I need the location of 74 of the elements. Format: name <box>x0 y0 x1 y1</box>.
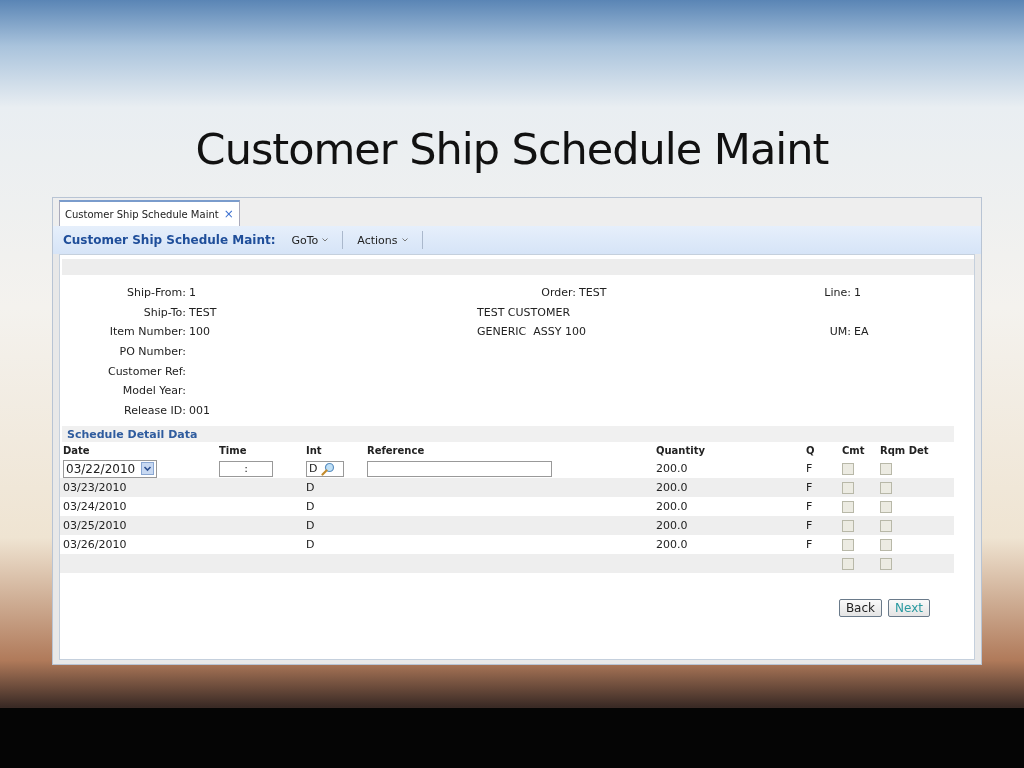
table-cell: F <box>806 462 813 476</box>
checkbox[interactable] <box>842 519 854 532</box>
section-title: Schedule Detail Data <box>67 427 198 441</box>
table-cell-text: 03/24/2010 <box>63 500 128 514</box>
table-cell: F <box>806 538 813 552</box>
checkbox[interactable] <box>842 481 854 494</box>
table-cell: 200.0 <box>656 481 688 495</box>
caret-icon <box>322 238 329 242</box>
table-cell-text: 03/25/2010 <box>63 519 128 533</box>
field-label: Order: <box>540 286 576 300</box>
field-value: 1 <box>189 286 196 300</box>
table-cell-text: D <box>306 481 316 495</box>
field-label: Release ID: <box>123 403 186 417</box>
table-cell-text: D <box>306 519 316 533</box>
field-value: GENERIC ASSY 100 <box>477 325 586 339</box>
column-header: Date <box>63 445 91 457</box>
table-cell-text: 03/26/2010 <box>63 538 128 552</box>
field-value: TEST CUSTOMER <box>477 305 571 319</box>
checkbox[interactable] <box>842 557 854 570</box>
field-label: Ship-From: <box>126 286 186 300</box>
dropdown-icon[interactable] <box>141 462 155 476</box>
time-field[interactable]: : <box>219 460 273 477</box>
field-label: Item Number: <box>108 325 186 339</box>
field-value: 100 <box>189 325 210 339</box>
int-field[interactable]: D <box>306 460 344 477</box>
checkbox[interactable] <box>842 462 854 475</box>
column-header: Int <box>306 445 323 457</box>
checkbox[interactable] <box>880 462 892 475</box>
checkbox[interactable] <box>880 538 892 551</box>
checkbox[interactable] <box>880 519 892 532</box>
page-title: Customer Ship Schedule Maint: <box>63 233 276 247</box>
caret-icon <box>401 238 408 242</box>
field-value: TEST <box>189 305 217 319</box>
menu-button[interactable]: GoTo <box>283 233 337 247</box>
field-label: Customer Ref: <box>106 364 186 378</box>
checkbox[interactable] <box>880 481 892 494</box>
search-icon[interactable] <box>321 461 336 476</box>
field-label: PO Number: <box>118 345 186 359</box>
table-cell: 200.0 <box>656 462 688 476</box>
column-header: Time <box>219 445 248 457</box>
field-label: Line: <box>823 286 851 300</box>
field-label: UM: <box>828 325 851 339</box>
table-cell: F <box>806 481 813 495</box>
column-header: Reference <box>367 445 426 457</box>
field-value: 1 <box>854 286 861 300</box>
table-cell: 200.0 <box>656 500 688 514</box>
table-cell: 200.0 <box>656 538 688 552</box>
reference-field[interactable] <box>367 460 552 477</box>
column-header: Q <box>806 445 816 457</box>
table-cell-text: D <box>306 500 316 514</box>
table-cell-text: D <box>306 538 316 552</box>
column-header: Cmt <box>841 445 866 457</box>
checkbox[interactable] <box>842 538 854 551</box>
field-label: Ship-To: <box>142 305 186 319</box>
field-value: EA <box>854 325 869 339</box>
field-label: Model Year: <box>121 384 186 398</box>
field-value: TEST <box>579 286 607 300</box>
table-cell: 200.0 <box>656 519 688 533</box>
field-value: 001 <box>189 403 210 417</box>
tab[interactable]: Customer Ship Schedule Maint × <box>59 200 240 226</box>
date-field[interactable]: 03/22/2010 <box>63 459 158 478</box>
menu-button[interactable]: Actions <box>349 233 416 247</box>
close-icon[interactable]: × <box>223 207 234 221</box>
back-button[interactable]: Back <box>838 599 883 618</box>
column-header: Quantity <box>656 445 706 457</box>
table-cell-text: 03/23/2010 <box>63 481 128 495</box>
checkbox[interactable] <box>842 500 854 513</box>
checkbox[interactable] <box>880 500 892 513</box>
checkbox[interactable] <box>880 557 892 570</box>
table-cell: F <box>806 519 813 533</box>
tab-label: Customer Ship Schedule Maint <box>65 208 219 220</box>
column-header: Rqm Det <box>879 445 930 457</box>
table-cell: F <box>806 500 813 514</box>
slide-title: Customer Ship Schedule Maint <box>195 124 829 176</box>
